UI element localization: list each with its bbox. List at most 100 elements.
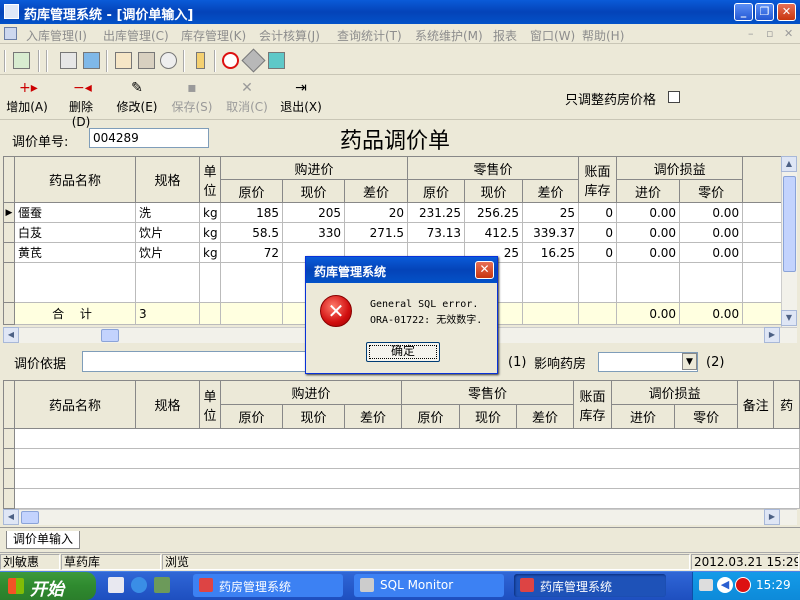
scroll-thumb[interactable] bbox=[783, 176, 796, 272]
menu-accounting[interactable]: 会计核算(J) bbox=[259, 27, 320, 44]
empty-row[interactable] bbox=[3, 448, 800, 469]
cell-purchase-diff[interactable]: 20 bbox=[343, 202, 409, 223]
cell-unit[interactable]: kg bbox=[199, 222, 221, 243]
save-button[interactable]: ▪ 保存(S) bbox=[170, 80, 214, 116]
scroll-right-icon[interactable]: ▶ bbox=[764, 509, 780, 525]
empty-row[interactable] bbox=[3, 428, 800, 449]
enter-icon[interactable] bbox=[13, 52, 30, 69]
tab-price-adjust-input[interactable]: 调价单输入 bbox=[6, 531, 80, 549]
modify-button[interactable]: ✎ 修改(E) bbox=[116, 80, 158, 116]
adjust-basis-input[interactable] bbox=[82, 351, 312, 372]
menu-help[interactable]: 帮助(H) bbox=[582, 27, 624, 44]
empty-row[interactable] bbox=[3, 488, 800, 509]
cell-purchase-diff[interactable]: 271.5 bbox=[343, 222, 409, 243]
explorer-icon[interactable] bbox=[154, 577, 170, 593]
cell-spec[interactable]: 饮片 bbox=[135, 222, 200, 243]
cell-purchase-old[interactable]: 72 bbox=[220, 242, 283, 263]
cell-purchase-new[interactable]: 330 bbox=[282, 222, 345, 243]
cell-name[interactable]: 僵蚕 bbox=[14, 202, 136, 223]
cell-gain-retail[interactable]: 0.00 bbox=[679, 222, 744, 243]
grid-icon[interactable] bbox=[83, 52, 100, 69]
task-pharmacy-system[interactable]: 药房管理系统 bbox=[193, 574, 343, 597]
cell-retail-old[interactable]: 231.25 bbox=[407, 202, 466, 223]
maximize-button[interactable]: ❐ bbox=[755, 3, 774, 21]
cell-name[interactable]: 白芨 bbox=[14, 222, 136, 243]
empty-row[interactable] bbox=[3, 468, 800, 489]
task-sql-monitor[interactable]: SQL Monitor bbox=[354, 574, 504, 597]
task-drug-store-system[interactable]: 药库管理系统 bbox=[514, 574, 666, 597]
exit-button[interactable]: ⇥ 退出(X) bbox=[279, 80, 323, 116]
cell-blank[interactable] bbox=[742, 242, 783, 263]
cell-stock[interactable]: 0 bbox=[578, 222, 618, 243]
order-number-input[interactable]: 004289 bbox=[89, 128, 209, 148]
cell-gain-retail[interactable]: 0.00 bbox=[679, 202, 744, 223]
scroll-left-icon[interactable]: ◀ bbox=[3, 327, 19, 343]
menu-reports[interactable]: 报表 bbox=[493, 27, 517, 44]
cell-stock[interactable]: 0 bbox=[578, 202, 618, 223]
cell-purchase-new[interactable]: 205 bbox=[282, 202, 345, 223]
empty-cell[interactable] bbox=[742, 262, 783, 303]
empty-cell[interactable] bbox=[616, 262, 681, 303]
ie-icon[interactable] bbox=[131, 577, 147, 593]
menu-window[interactable]: 窗口(W) bbox=[530, 27, 575, 44]
cell-gain-in[interactable]: 0.00 bbox=[616, 222, 681, 243]
add-button[interactable]: +▸ 增加(A) bbox=[6, 80, 48, 116]
cell-blank[interactable] bbox=[742, 222, 783, 243]
mdi-restore-icon[interactable]: ▫ bbox=[766, 27, 773, 40]
mdi-close-icon[interactable]: ✕ bbox=[784, 27, 793, 40]
close-button[interactable]: ✕ bbox=[777, 3, 796, 21]
empty-cell[interactable] bbox=[522, 262, 580, 303]
scroll-thumb[interactable] bbox=[21, 511, 39, 524]
keyboard-icon[interactable] bbox=[699, 579, 713, 591]
cell-retail-diff[interactable]: 339.37 bbox=[522, 222, 580, 243]
cell-retail-new[interactable]: 412.5 bbox=[464, 222, 524, 243]
upper-grid-vscrollbar[interactable]: ▲ ▼ bbox=[781, 156, 797, 327]
lower-grid-hscrollbar[interactable]: ◀ ▶ bbox=[3, 509, 797, 525]
empty-cell[interactable] bbox=[135, 262, 200, 303]
exit-door-icon[interactable] bbox=[268, 52, 285, 69]
cell-retail-new[interactable]: 256.25 bbox=[464, 202, 524, 223]
cell-retail-old[interactable]: 73.13 bbox=[407, 222, 466, 243]
cell-spec[interactable]: 饮片 bbox=[135, 242, 200, 263]
binoculars-icon[interactable] bbox=[138, 52, 155, 69]
mdi-minimize-icon[interactable]: – bbox=[748, 27, 754, 40]
menu-outbound[interactable]: 出库管理(C) bbox=[103, 27, 169, 44]
cell-retail-diff[interactable]: 25 bbox=[522, 202, 580, 223]
back-arrow-icon[interactable]: ◀ bbox=[717, 577, 733, 593]
scroll-thumb[interactable] bbox=[101, 329, 119, 342]
minimize-button[interactable]: _ bbox=[734, 3, 753, 21]
cell-gain-in[interactable]: 0.00 bbox=[616, 242, 681, 263]
cell-purchase-old[interactable]: 185 bbox=[220, 202, 283, 223]
empty-cell[interactable] bbox=[13, 448, 800, 469]
delete-button[interactable]: −◂ 删除(D) bbox=[60, 80, 102, 129]
empty-cell[interactable] bbox=[199, 262, 221, 303]
menu-inventory[interactable]: 库存管理(K) bbox=[181, 27, 246, 44]
pharmacy-price-only-checkbox[interactable] bbox=[668, 91, 680, 103]
show-desktop-icon[interactable] bbox=[108, 577, 124, 593]
table-row[interactable]: 白芨 饮片 kg 58.5 330 271.5 73.13 412.5 339.… bbox=[3, 222, 783, 243]
cell-unit[interactable]: kg bbox=[199, 242, 221, 263]
table-row[interactable]: ▶ 僵蚕 洗 kg 185 205 20 231.25 256.25 25 0 … bbox=[3, 202, 783, 223]
eraser-icon[interactable] bbox=[241, 48, 266, 73]
empty-cell[interactable] bbox=[13, 428, 800, 449]
start-button[interactable]: 开始 bbox=[0, 572, 96, 600]
cell-stock[interactable]: 0 bbox=[578, 242, 618, 263]
empty-cell[interactable] bbox=[13, 468, 800, 489]
menu-system[interactable]: 系统维护(M) bbox=[415, 27, 483, 44]
cell-gain-in[interactable]: 0.00 bbox=[616, 202, 681, 223]
empty-cell[interactable] bbox=[679, 262, 744, 303]
cell-unit[interactable]: kg bbox=[199, 202, 221, 223]
ok-button[interactable]: 确定 bbox=[366, 342, 440, 362]
cell-name[interactable]: 黄芪 bbox=[14, 242, 136, 263]
scroll-down-icon[interactable]: ▼ bbox=[781, 310, 797, 326]
cell-gain-retail[interactable]: 0.00 bbox=[679, 242, 744, 263]
empty-cell[interactable] bbox=[13, 488, 800, 509]
report-icon[interactable] bbox=[115, 52, 132, 69]
dialog-close-icon[interactable]: ✕ bbox=[475, 261, 494, 279]
no-entry-icon[interactable] bbox=[735, 577, 751, 593]
empty-cell[interactable] bbox=[14, 262, 136, 303]
cell-purchase-old[interactable]: 58.5 bbox=[220, 222, 283, 243]
stop-icon[interactable] bbox=[222, 52, 239, 69]
thermometer-icon[interactable] bbox=[196, 52, 205, 69]
cell-spec[interactable]: 洗 bbox=[135, 202, 200, 223]
